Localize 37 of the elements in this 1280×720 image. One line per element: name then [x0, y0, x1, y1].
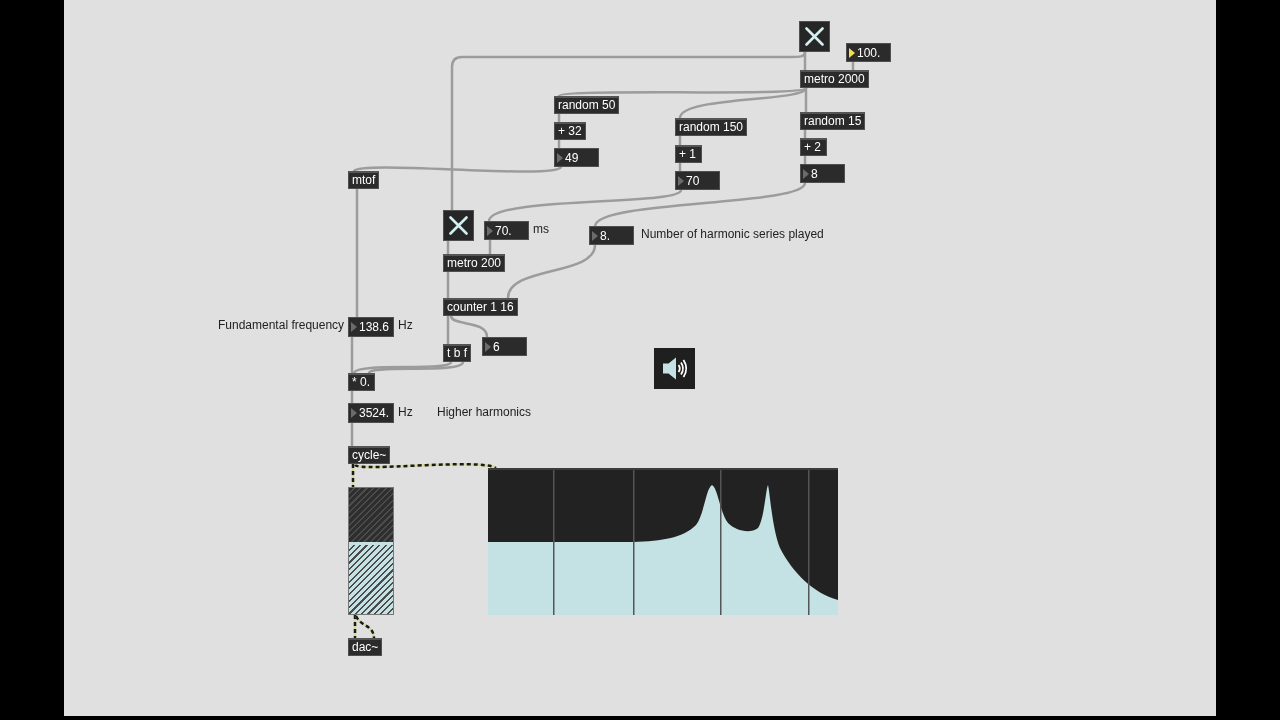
- cross-icon: [805, 27, 824, 46]
- gain-slider[interactable]: [348, 487, 394, 615]
- number-box[interactable]: 70.: [484, 221, 529, 240]
- comment-text: Fundamental frequency: [218, 318, 345, 333]
- patch-object: metro 2000: [800, 70, 869, 88]
- patch-object: + 32: [554, 122, 586, 140]
- patch-object: * 0.: [348, 373, 375, 391]
- patch-object: cycle~: [348, 446, 391, 464]
- number-box[interactable]: 6: [482, 337, 527, 356]
- toggle[interactable]: [799, 21, 830, 52]
- patch-object: mtof: [348, 171, 380, 189]
- patch-cord: [446, 270, 450, 300]
- patch-object: counter 1 16: [443, 298, 518, 316]
- cross-icon: [449, 216, 468, 235]
- speaker-icon[interactable]: [654, 348, 695, 389]
- patch-object: random 50: [554, 96, 620, 114]
- number-box[interactable]: 3524.: [348, 403, 395, 423]
- patch-object: random 15: [800, 112, 866, 130]
- patch-cord: [350, 421, 354, 448]
- comment-text: Hz: [398, 318, 413, 333]
- patch-object: metro 200: [443, 254, 506, 272]
- patch-object: + 2: [800, 138, 827, 156]
- number-box[interactable]: 138.6: [348, 317, 395, 337]
- toggle[interactable]: [443, 210, 474, 241]
- patch-object: + 1: [675, 145, 702, 163]
- number-box[interactable]: 8: [800, 164, 845, 183]
- number-box[interactable]: 100.: [846, 43, 891, 62]
- patch-object: random 150: [675, 118, 748, 136]
- patch-object: dac~: [348, 638, 383, 656]
- patch-object: t b f: [443, 344, 471, 362]
- number-box[interactable]: 70: [675, 171, 720, 190]
- comment-text: Number of harmonic series played: [641, 227, 824, 242]
- number-box[interactable]: 8.: [589, 226, 634, 245]
- number-box[interactable]: 49: [554, 148, 599, 167]
- comment-text: Higher harmonics: [437, 405, 532, 420]
- comment-text: ms: [533, 222, 549, 237]
- comment-text: Hz: [398, 405, 413, 420]
